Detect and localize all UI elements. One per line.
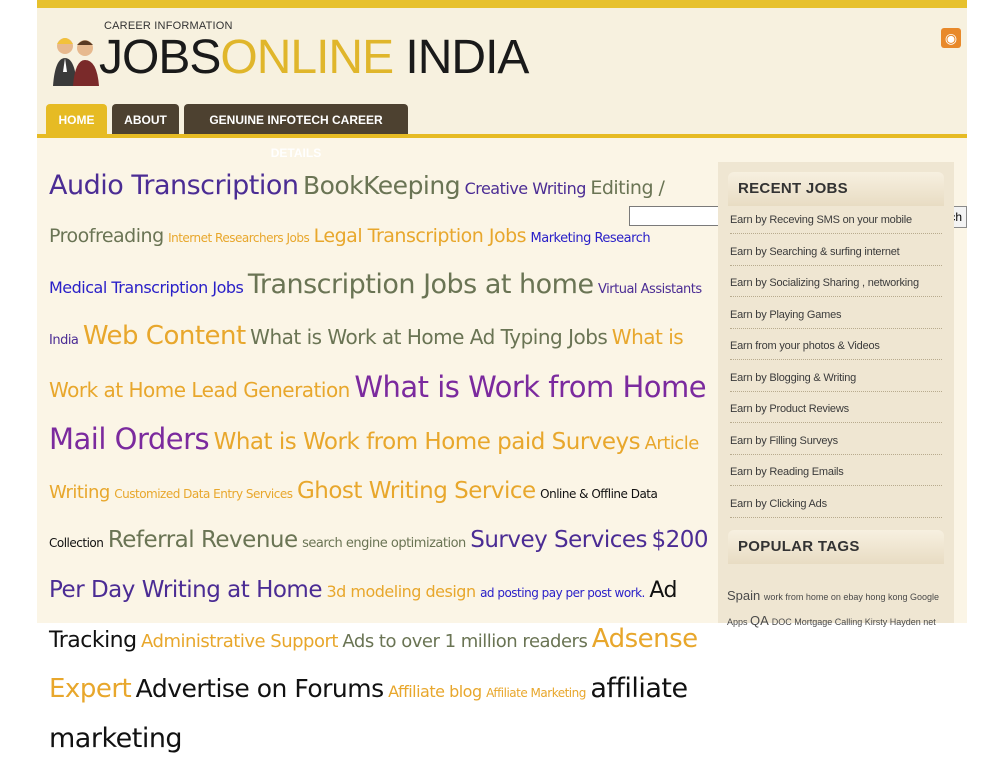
recent-job-item[interactable]: Earn by Reading Emails [730,466,942,486]
tag-cloud-link[interactable]: Marketing Research [531,231,651,246]
nav-underline [37,134,967,138]
people-logo-icon[interactable] [51,32,103,88]
tag-cloud-link[interactable]: Referral Revenue [108,527,298,553]
tag-cloud-link[interactable]: Affiliate Marketing [486,686,586,700]
tag-cloud-link[interactable]: Internet Researchers Jobs [168,231,310,245]
rss-icon[interactable]: ◉ [941,28,961,48]
popular-tag-link[interactable]: Google [910,592,939,602]
tab-about[interactable]: ABOUT [112,104,179,137]
tag-cloud-link[interactable]: BookKeeping [303,171,461,200]
popular-tag-link[interactable]: Hayden [890,617,924,627]
recent-job-item[interactable]: Earn by Clicking Ads [730,498,942,518]
sidebar: RECENT JOBS Earn by Receving SMS on your… [718,162,954,628]
logo-part-jobs: JOBS [99,31,221,84]
tag-cloud-link[interactable]: Affiliate blog [388,682,482,701]
tag-cloud-link[interactable]: Legal Transcription Jobs [314,225,527,247]
popular-tag-link[interactable]: net [923,617,936,627]
recent-job-item[interactable]: Earn by Blogging & Writing [730,372,942,392]
popular-tag-link[interactable]: hong kong [865,592,910,602]
tag-cloud-link[interactable]: Transcription Jobs at home [248,269,594,300]
logo-part-india: INDIA [393,31,529,84]
recent-jobs-title: RECENT JOBS [738,180,848,197]
popular-tag-link[interactable]: Calling [835,617,865,627]
site-header: CAREER INFORMATION JOBSONLINE INDIA ◉ [37,8,967,100]
tag-cloud-link[interactable]: What is Work from Home paid Surveys [214,429,641,455]
popular-tags-title: POPULAR TAGS [738,538,860,555]
tag-cloud-link[interactable]: Administrative Support [141,631,338,652]
main-nav: HOME ABOUT GENUINE INFOTECH CAREER DETAI… [37,100,967,228]
recent-job-item[interactable]: Earn by Playing Games [730,309,942,329]
tag-cloud-link[interactable]: Survey Services [470,527,647,553]
popular-tag-link[interactable]: Mortgage [794,617,835,627]
popular-tags-list: Spain work from home on ebay hong kong G… [727,584,943,634]
tag-cloud-link[interactable]: Advertise on Forums [136,674,384,703]
tag-cloud-link[interactable]: Creative Writing [465,179,587,198]
logo-part-online: ONLINE [220,31,394,84]
popular-tag-link[interactable]: Kirsty [865,617,890,627]
recent-job-item[interactable]: Earn by Filling Surveys [730,435,942,455]
top-accent-bar [37,0,967,8]
recent-job-item[interactable]: Earn by Receving SMS on your mobile [730,214,942,234]
popular-tag-link[interactable]: QA [750,613,772,628]
tag-cloud-link[interactable]: 3d modeling design [326,582,476,601]
tab-home[interactable]: HOME [46,104,107,137]
recent-job-item[interactable]: Earn by Searching & surfing internet [730,246,942,266]
recent-job-item[interactable]: Earn from your photos & Videos [730,340,942,360]
page-wrapper: CAREER INFORMATION JOBSONLINE INDIA ◉ HO… [37,0,967,754]
popular-tags-header: POPULAR TAGS [728,530,944,564]
tag-cloud-link[interactable]: Audio Transcription [49,170,299,201]
tag-cloud-link[interactable]: Ads to over 1 million readers [342,631,587,652]
popular-tag-link[interactable]: DOC [772,617,795,627]
tag-cloud-link[interactable]: ad posting pay per post work. [480,586,645,600]
tag-cloud-link[interactable]: Ghost Writing Service [297,478,536,504]
site-logo[interactable]: JOBSONLINE INDIA [99,31,529,84]
tag-cloud-link[interactable]: Medical Transcription Jobs [49,278,244,297]
tag-cloud-link[interactable]: Web Content [83,321,246,351]
tag-cloud-link[interactable]: search engine optimization [302,536,466,551]
recent-job-item[interactable]: Earn by Product Reviews [730,403,942,423]
tab-genuine-infotech[interactable]: GENUINE INFOTECH CAREER DETAILS [184,104,408,160]
tag-cloud-link[interactable]: What is Work at Home Ad Typing Jobs [250,325,608,349]
tag-cloud-link[interactable]: Customized Data Entry Services [114,487,293,501]
recent-jobs-header: RECENT JOBS [728,172,944,206]
popular-tag-link[interactable]: Spain [727,588,764,603]
tag-cloud: Audio Transcription BookKeeping Creative… [49,163,709,766]
popular-tag-link[interactable]: Apps [727,617,750,627]
popular-tag-link[interactable]: work from home on ebay [764,592,866,602]
recent-job-item[interactable]: Earn by Socializing Sharing , networking [730,277,942,297]
